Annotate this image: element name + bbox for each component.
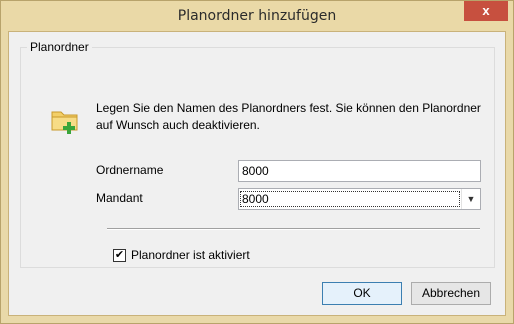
group-title: Planordner (27, 40, 92, 54)
ordnername-label: Ordnername (96, 163, 164, 177)
folder-add-icon (51, 111, 78, 134)
planordner-group: Planordner Legen Sie den Namen des Plano… (20, 40, 495, 268)
dialog-window: Planordner hinzufügen x Planordner Legen… (0, 0, 514, 324)
dialog-client-area: Planordner Legen Sie den Namen des Plano… (8, 31, 506, 316)
mandant-selected-value: 8000 (240, 191, 460, 207)
active-checkbox-label[interactable]: Planordner ist aktiviert (131, 248, 250, 262)
description-text: Legen Sie den Namen des Planordners fest… (96, 101, 481, 132)
separator (107, 228, 480, 230)
window-title: Planordner hinzufügen (177, 8, 337, 24)
close-button[interactable]: x (464, 1, 508, 21)
chevron-down-icon[interactable]: ▼ (461, 189, 480, 209)
active-checkbox[interactable]: ✔ (113, 249, 126, 262)
ordnername-input[interactable]: 8000 (238, 160, 481, 182)
ok-button[interactable]: OK (322, 282, 402, 305)
title-bar[interactable]: Planordner hinzufügen x (1, 1, 513, 31)
mandant-label: Mandant (96, 191, 143, 205)
mandant-select[interactable]: 8000 ▼ (238, 188, 481, 210)
cancel-button[interactable]: Abbrechen (411, 282, 491, 305)
